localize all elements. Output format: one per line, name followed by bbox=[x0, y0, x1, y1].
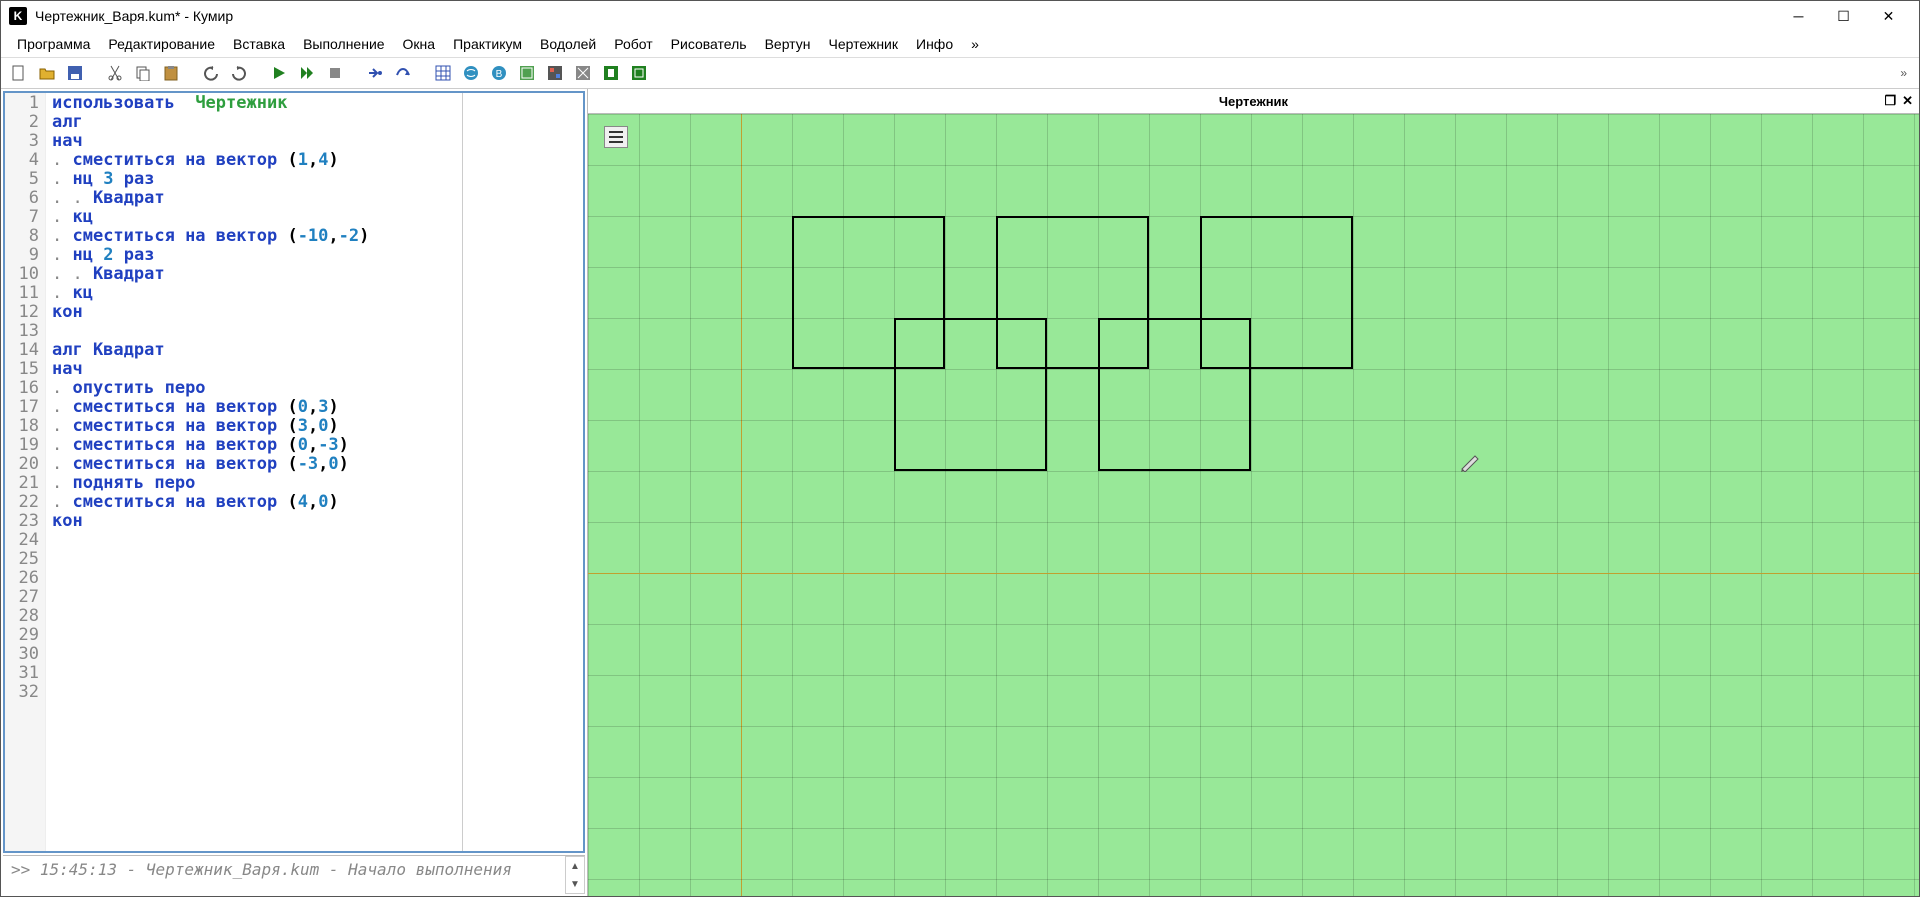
actor2-icon[interactable] bbox=[627, 61, 651, 85]
vodoley-icon[interactable]: B bbox=[487, 61, 511, 85]
redo-icon[interactable] bbox=[227, 61, 251, 85]
code-line[interactable]: использовать Чертежник bbox=[52, 94, 369, 113]
menu-Редактирование[interactable]: Редактирование bbox=[100, 33, 223, 55]
save-icon[interactable] bbox=[63, 61, 87, 85]
code-line[interactable]: . сместиться на вектор (1,4) bbox=[52, 151, 369, 170]
step-icon[interactable] bbox=[295, 61, 319, 85]
draw-icon[interactable] bbox=[543, 61, 567, 85]
code-line[interactable]: . нц 2 раз bbox=[52, 246, 369, 265]
menu-Робот[interactable]: Робот bbox=[606, 33, 660, 55]
window-title: Чертежник_Варя.kum* - Кумир bbox=[35, 8, 233, 24]
menubar: ПрограммаРедактированиеВставкаВыполнение… bbox=[1, 31, 1919, 58]
titlebar: K Чертежник_Варя.kum* - Кумир ─ ☐ ✕ bbox=[1, 1, 1919, 31]
menu-Программа[interactable]: Программа bbox=[9, 33, 98, 55]
maximize-button[interactable]: ☐ bbox=[1821, 1, 1866, 31]
line-gutter: 1234567891011121314151617181920212223242… bbox=[5, 93, 46, 851]
code-line[interactable] bbox=[52, 588, 369, 607]
play-icon[interactable] bbox=[267, 61, 291, 85]
open-icon[interactable] bbox=[35, 61, 59, 85]
code-line[interactable]: алг bbox=[52, 113, 369, 132]
code-line[interactable] bbox=[52, 322, 369, 341]
code-line[interactable]: . . Квадрат bbox=[52, 265, 369, 284]
console-line: >> 15:45:13 - Чертежник_Варя.kum - Начал… bbox=[3, 856, 565, 883]
drawing-canvas[interactable] bbox=[588, 114, 1919, 896]
app-icon: K bbox=[9, 7, 27, 25]
code-line[interactable]: . сместиться на вектор (0,3) bbox=[52, 398, 369, 417]
step_over-icon[interactable] bbox=[391, 61, 415, 85]
step_in-icon[interactable] bbox=[363, 61, 387, 85]
menu-Выполнение[interactable]: Выполнение bbox=[295, 33, 392, 55]
undo-icon[interactable] bbox=[199, 61, 223, 85]
code-line[interactable]: . нц 3 раз bbox=[52, 170, 369, 189]
menu-Вертун[interactable]: Вертун bbox=[757, 33, 819, 55]
menu-Окна[interactable]: Окна bbox=[395, 33, 444, 55]
code-line[interactable]: . поднять перо bbox=[52, 474, 369, 493]
code-line[interactable]: . сместиться на вектор (-10,-2) bbox=[52, 227, 369, 246]
code-line[interactable]: . сместиться на вектор (0,-3) bbox=[52, 436, 369, 455]
canvas-menu-button[interactable] bbox=[604, 126, 628, 148]
code-line[interactable] bbox=[52, 645, 369, 664]
paste-icon[interactable] bbox=[159, 61, 183, 85]
code-editor[interactable]: 1234567891011121314151617181920212223242… bbox=[5, 93, 462, 851]
drawn-square bbox=[1098, 318, 1251, 471]
code-line[interactable] bbox=[52, 664, 369, 683]
code-line[interactable] bbox=[52, 531, 369, 550]
pane-maximize-icon[interactable]: ❐ bbox=[1884, 93, 1896, 109]
code-line[interactable]: . сместиться на вектор (3,0) bbox=[52, 417, 369, 436]
code-line[interactable]: кон bbox=[52, 303, 369, 322]
code-line[interactable] bbox=[52, 607, 369, 626]
console-scroll-up-icon[interactable]: ▲ bbox=[566, 857, 584, 875]
minimize-button[interactable]: ─ bbox=[1776, 1, 1821, 31]
code-line[interactable]: . опустить перо bbox=[52, 379, 369, 398]
toolbar: B» bbox=[1, 58, 1919, 89]
menu-Чертежник[interactable]: Чертежник bbox=[820, 33, 906, 55]
code-line[interactable] bbox=[52, 683, 369, 702]
code-line[interactable]: . кц bbox=[52, 208, 369, 227]
toolbar-overflow-icon[interactable]: » bbox=[1894, 66, 1913, 80]
pane-close-icon[interactable]: ✕ bbox=[1902, 93, 1913, 109]
canvas-pane-label: Чертежник bbox=[1219, 94, 1288, 109]
output-console[interactable]: >> 15:45:13 - Чертежник_Варя.kum - Начал… bbox=[3, 855, 585, 896]
editor-side-panel bbox=[462, 93, 583, 851]
menu-Водолей[interactable]: Водолей bbox=[532, 33, 604, 55]
code-line[interactable]: нач bbox=[52, 360, 369, 379]
close-button[interactable]: ✕ bbox=[1866, 1, 1911, 31]
code-line[interactable]: . . Квадрат bbox=[52, 189, 369, 208]
code-line[interactable] bbox=[52, 569, 369, 588]
code-line[interactable] bbox=[52, 550, 369, 569]
grid-icon[interactable] bbox=[431, 61, 455, 85]
new-icon[interactable] bbox=[7, 61, 31, 85]
menu-Практикум[interactable]: Практикум bbox=[445, 33, 530, 55]
svg-text:B: B bbox=[496, 69, 503, 80]
code-line[interactable]: . кц bbox=[52, 284, 369, 303]
code-line[interactable]: нач bbox=[52, 132, 369, 151]
settings-icon[interactable] bbox=[571, 61, 595, 85]
robot-icon[interactable] bbox=[515, 61, 539, 85]
menu-»[interactable]: » bbox=[963, 33, 987, 55]
stop-icon[interactable] bbox=[323, 61, 347, 85]
menu-Инфо[interactable]: Инфо bbox=[908, 33, 961, 55]
drawn-square bbox=[894, 318, 1047, 471]
practicum-icon[interactable] bbox=[459, 61, 483, 85]
menu-Рисователь[interactable]: Рисователь bbox=[663, 33, 755, 55]
copy-icon[interactable] bbox=[131, 61, 155, 85]
console-scroll-down-icon[interactable]: ▼ bbox=[566, 875, 584, 893]
canvas-pane-title: Чертежник ❐ ✕ bbox=[588, 89, 1919, 114]
cut-icon[interactable] bbox=[103, 61, 127, 85]
code-line[interactable]: кон bbox=[52, 512, 369, 531]
menu-Вставка[interactable]: Вставка bbox=[225, 33, 293, 55]
code-line[interactable]: . сместиться на вектор (-3,0) bbox=[52, 455, 369, 474]
pen-cursor-icon bbox=[1459, 450, 1481, 472]
code-line[interactable]: алг Квадрат bbox=[52, 341, 369, 360]
code-line[interactable]: . сместиться на вектор (4,0) bbox=[52, 493, 369, 512]
code-line[interactable] bbox=[52, 626, 369, 645]
actor1-icon[interactable] bbox=[599, 61, 623, 85]
